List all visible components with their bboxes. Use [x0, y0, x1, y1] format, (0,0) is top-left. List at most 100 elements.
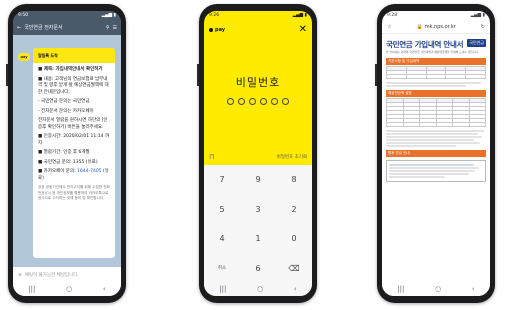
- keypad-key-8[interactable]: 8: [276, 165, 312, 195]
- note-line: [386, 144, 456, 147]
- message-line-nps: - 국민연금 문의는 국민연금: [38, 99, 90, 105]
- message-line-nps-contact: ■ 국민연금 문의: 1355 (유료): [38, 159, 98, 165]
- note-line: [386, 81, 481, 84]
- recent-apps-icon[interactable]: |||: [397, 286, 404, 293]
- android-nav-bar: ||| ○ ‹: [382, 283, 490, 296]
- status-icons: ▂▄▆ ▮: [470, 13, 485, 18]
- keypad-key-0[interactable]: 0: [276, 224, 312, 254]
- volume-button: [375, 64, 377, 86]
- status-time: 9:26: [209, 13, 220, 18]
- keypad-key-6[interactable]: 6: [240, 254, 276, 284]
- pin-dot: [227, 98, 234, 105]
- recent-apps-icon[interactable]: |||: [219, 286, 226, 293]
- password-title: 비밀번호: [235, 76, 281, 89]
- home-icon[interactable]: ○: [257, 286, 263, 293]
- home-icon[interactable]: ○: [66, 286, 72, 293]
- table-row: [386, 121, 486, 127]
- pin-dot: [260, 98, 267, 105]
- message-line-title: ■ 제목: 가입내역안내서 확인하기: [38, 67, 103, 72]
- menu-icon[interactable]: ☰: [113, 25, 117, 31]
- password-footer: ⊓ 비밀번호 초기화: [209, 153, 307, 161]
- reset-password-link[interactable]: 비밀번호 초기화: [277, 154, 307, 160]
- document-title: 국민연금 가입내역 안내서: [386, 40, 464, 49]
- chat-input-bar: ⊕ 채팅이 불가능한 채널입니다.: [13, 267, 121, 283]
- chat-header: ← 국민연금 전자문서 ⚲ ☰: [13, 20, 121, 35]
- kakaopay-logo: pay: [209, 27, 225, 33]
- chat-title: 국민연금 전자문서: [24, 25, 63, 31]
- pay-phone-link[interactable]: 1644-7405: [77, 169, 102, 174]
- url-display[interactable]: 🔒 mk.nps.or.kr: [416, 24, 455, 30]
- message-fine-print: 공공 공동기관에서 전자고지를 위해 수집한 전화번호(CI) 등 개인정보를 …: [38, 185, 110, 200]
- home-icon[interactable]: ○: [435, 286, 441, 293]
- note-line: [386, 129, 484, 132]
- document-subtitle: 본 안내서는 귀하의 국민연금 가입내역과 예상연금액을 안내해 드리는 것입니…: [386, 50, 479, 54]
- url-text: mk.nps.or.kr: [424, 23, 456, 30]
- pin-dot: [238, 98, 245, 105]
- note-line: [386, 141, 480, 144]
- keypad-key-9[interactable]: 9: [240, 165, 276, 195]
- keypad-key-2[interactable]: 2: [276, 195, 312, 225]
- backspace-key[interactable]: ⌫: [276, 254, 312, 284]
- message-line-auth-time: ■ 인증시간: 2020/02/01 11:14 까지: [38, 134, 110, 146]
- notes-block: [386, 129, 486, 147]
- number-keypad: 7 9 8 5 3 2 4 1 0 취소 6 ⌫: [204, 165, 312, 283]
- kakaopay-password-screen: 9:26 ▂▄▆ ▮ pay ✕ 비밀번호 ⊓ 비밀번호 초기화 798 532 4…: [204, 11, 312, 296]
- recent-apps-icon[interactable]: |||: [28, 286, 35, 293]
- logo-dot-icon: [209, 28, 213, 32]
- message-line-content: ■ 내용: 고객님의 연금보험료 납부내역 및 향후 받게 될 예상연금월액에 …: [38, 76, 109, 95]
- section-header: 예상연금액 설명: [386, 89, 486, 97]
- pay-top-bar: pay ✕: [204, 20, 312, 40]
- add-icon[interactable]: ⊕: [18, 273, 22, 278]
- lock-icon: ⊓: [209, 153, 215, 161]
- search-icon[interactable]: ⚲: [106, 25, 110, 31]
- keypad-key-4[interactable]: 4: [204, 224, 240, 254]
- volume-button: [197, 64, 199, 86]
- pin-dot: [282, 98, 289, 105]
- message-line-pay: - 전자문서 문의는 카카오페이: [38, 108, 94, 114]
- message-card-heading: 알림톡 도착: [33, 48, 115, 63]
- keypad-key-1[interactable]: 1: [240, 224, 276, 254]
- browser-screen: 9:28 ▂▄▆ ▮ ☆ 🔒 mk.nps.or.kr ↻ 국민연금 가입내역 안…: [382, 11, 490, 296]
- back-icon[interactable]: ‹: [103, 286, 106, 293]
- back-arrow-icon[interactable]: ←: [17, 25, 21, 31]
- keypad-key-5[interactable]: 5: [204, 195, 240, 225]
- pin-dot: [249, 98, 256, 105]
- status-time: 9:28: [387, 13, 398, 18]
- refresh-icon[interactable]: ↻: [481, 24, 485, 30]
- section-header: 향후 연금 안내: [386, 149, 486, 157]
- alimtalk-message-card: 알림톡 도착 ■ 제목: 가입내역안내서 확인하기 ■ 내용: 고객님의 연금보…: [33, 48, 115, 258]
- bookmark-star-icon[interactable]: ☆: [387, 24, 391, 30]
- lock-icon: 🔒: [416, 23, 423, 30]
- channel-profile-avatar[interactable]: pay: [18, 53, 30, 61]
- back-icon[interactable]: ‹: [472, 286, 475, 293]
- nps-document: 국민연금 가입내역 안내서 국민연금 본 안내서는 귀하의 국민연금 가입내역과…: [382, 34, 490, 187]
- cancel-key[interactable]: 취소: [204, 254, 240, 284]
- message-line-pay-contact: ■ 카카오페이 문의: 1644-7405 (유료): [38, 169, 110, 182]
- status-time: 9:50: [18, 13, 29, 18]
- info-box: [386, 159, 486, 182]
- phone-frame-kakaopay: 9:26 ▂▄▆ ▮ pay ✕ 비밀번호 ⊓ 비밀번호 초기화 798 532 4…: [197, 4, 317, 303]
- close-icon[interactable]: ✕: [299, 25, 307, 35]
- notes-block: [386, 81, 486, 87]
- status-bar: 9:50 ▂▄▆ ▮: [13, 11, 121, 20]
- pin-dot: [271, 98, 278, 105]
- chat-input-disabled: 채팅이 불가능한 채널입니다.: [24, 273, 79, 278]
- note-line: [389, 163, 474, 166]
- message-body: ■ 제목: 가입내역안내서 확인하기 ■ 내용: 고객님의 연금보험료 납부내역…: [33, 63, 115, 208]
- pin-indicator: [204, 98, 312, 105]
- status-bar: 9:26 ▂▄▆ ▮: [204, 11, 312, 20]
- chat-body: pay 알림톡 도착 ■ 제목: 가입내역안내서 확인하기 ■ 내용: 고객님의…: [13, 35, 121, 261]
- keypad-key-7[interactable]: 7: [204, 165, 240, 195]
- back-icon[interactable]: ‹: [294, 286, 297, 293]
- keypad-key-3[interactable]: 3: [240, 195, 276, 225]
- note-line: [386, 132, 478, 135]
- status-bar: 9:28 ▂▄▆ ▮: [382, 11, 490, 20]
- pension-table: [386, 97, 486, 127]
- android-nav-bar: ||| ○ ‹: [13, 283, 121, 296]
- message-line-instruction: 전자문서 열람을 원하시면 하단의 [인증후 확인하기] 버튼을 눌러주세요.: [38, 118, 108, 130]
- logo-text: pay: [215, 27, 226, 33]
- status-icons: ▂▄▆ ▮: [101, 13, 116, 18]
- table-row: [386, 73, 486, 79]
- document-header: 국민연금 가입내역 안내서 국민연금: [386, 39, 486, 50]
- browser-url-bar[interactable]: ☆ 🔒 mk.nps.or.kr ↻: [382, 20, 490, 34]
